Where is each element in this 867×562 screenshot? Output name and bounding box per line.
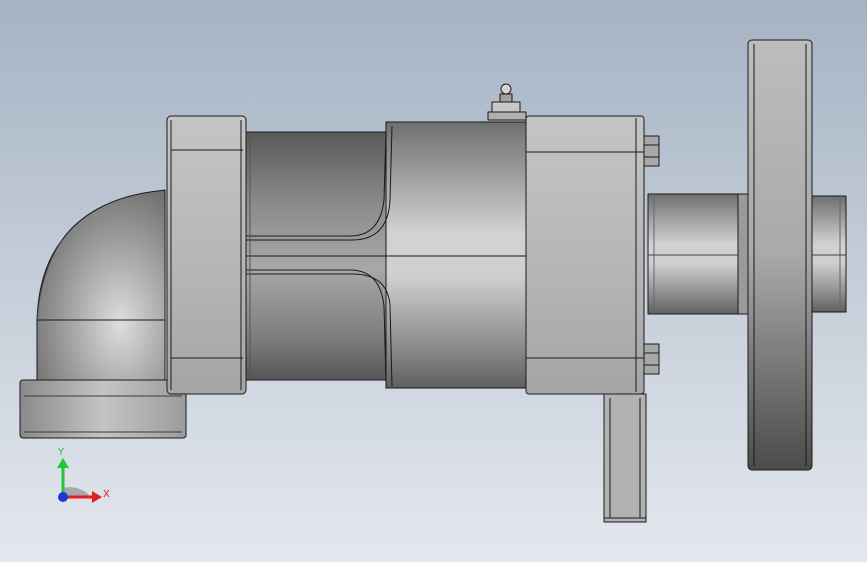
cad-viewport[interactable]: Y X xyxy=(0,0,867,562)
mounting-bracket xyxy=(603,393,647,523)
model-canvas[interactable]: Y X xyxy=(0,0,867,562)
large-flange-disc xyxy=(737,39,813,471)
right-housing-block xyxy=(525,115,660,395)
main-cylinder xyxy=(245,121,527,389)
left-housing-block xyxy=(166,115,247,395)
x-axis-label: X xyxy=(103,489,110,500)
y-axis-label: Y xyxy=(57,447,65,458)
z-axis-dot xyxy=(58,492,68,502)
